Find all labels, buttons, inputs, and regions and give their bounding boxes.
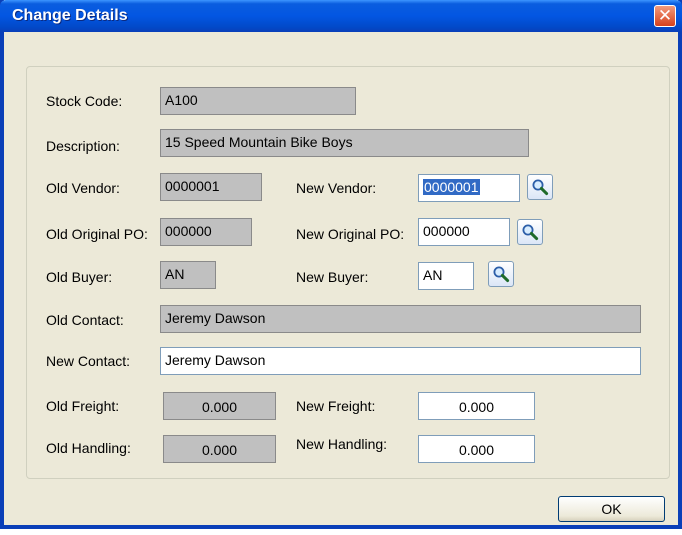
- new-buyer-input[interactable]: AN: [418, 262, 474, 290]
- close-icon: ✕: [657, 6, 673, 25]
- old-handling-label: Old Handling:: [46, 440, 131, 456]
- new-handling-label: New Handling:: [296, 436, 388, 452]
- old-handling-field: 0.000: [163, 435, 276, 463]
- new-freight-label: New Freight:: [296, 398, 376, 414]
- description-label: Description:: [46, 138, 120, 154]
- old-original-po-field: 000000: [160, 218, 252, 246]
- ok-button[interactable]: OK: [558, 496, 665, 522]
- window-title: Change Details: [12, 7, 128, 24]
- new-vendor-lookup-button[interactable]: [527, 174, 553, 200]
- new-original-po-lookup-button[interactable]: [517, 219, 543, 245]
- old-contact-field: Jeremy Dawson: [160, 305, 641, 333]
- old-vendor-field: 0000001: [160, 173, 262, 201]
- magnifier-icon: [522, 224, 539, 241]
- old-vendor-label: Old Vendor:: [46, 180, 120, 196]
- new-buyer-lookup-button[interactable]: [488, 261, 514, 287]
- new-buyer-label: New Buyer:: [296, 269, 369, 285]
- stock-code-field: A100: [160, 87, 356, 115]
- description-field: 15 Speed Mountain Bike Boys: [160, 129, 529, 157]
- magnifier-icon: [532, 179, 549, 196]
- new-contact-label: New Contact:: [46, 353, 131, 369]
- new-original-po-input[interactable]: 000000: [418, 218, 510, 246]
- old-freight-label: Old Freight:: [46, 398, 120, 414]
- new-vendor-input[interactable]: 0000001: [418, 174, 520, 202]
- old-original-po-label: Old Original PO:: [46, 226, 148, 242]
- new-original-po-label: New Original PO:: [296, 226, 405, 242]
- old-buyer-field: AN: [160, 261, 216, 289]
- old-contact-label: Old Contact:: [46, 312, 124, 328]
- old-freight-field: 0.000: [163, 392, 276, 420]
- new-freight-input[interactable]: 0.000: [418, 392, 535, 420]
- stock-code-label: Stock Code:: [46, 93, 123, 109]
- new-vendor-value: 0000001: [423, 179, 480, 195]
- new-vendor-label: New Vendor:: [296, 180, 377, 196]
- old-buyer-label: Old Buyer:: [46, 269, 113, 285]
- close-button[interactable]: ✕: [654, 5, 676, 27]
- new-handling-input[interactable]: 0.000: [418, 435, 535, 463]
- title-bar[interactable]: Change Details ✕: [0, 0, 682, 32]
- new-contact-input[interactable]: Jeremy Dawson: [160, 347, 641, 375]
- magnifier-icon: [493, 266, 510, 283]
- change-details-window: Change Details ✕ Stock Code: A100 Descri…: [0, 0, 682, 529]
